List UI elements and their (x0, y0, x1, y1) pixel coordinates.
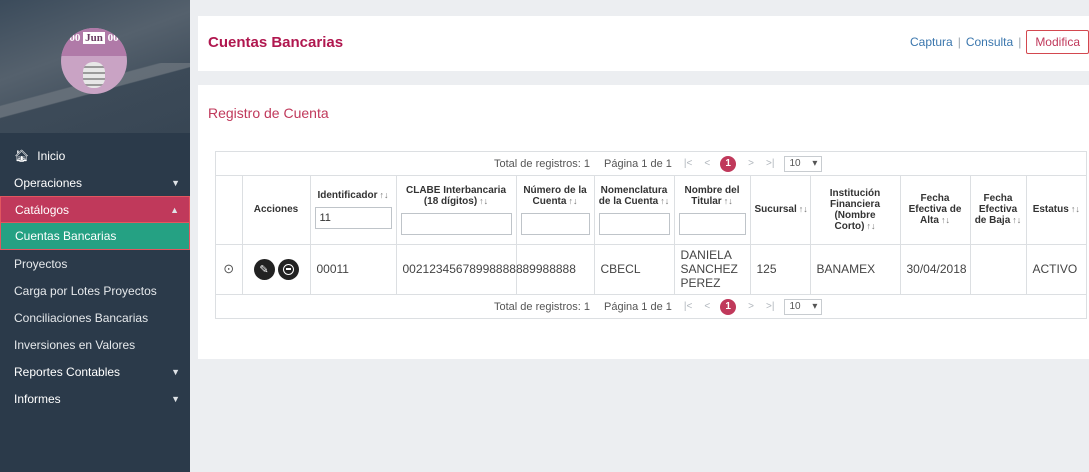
sort-icon[interactable]: ↑↓ (867, 221, 876, 231)
registro-panel: Registro de Cuenta Total de registros: 1… (198, 85, 1089, 359)
sidebar-banner: 00 Jun 00 (0, 0, 190, 133)
sidebar-item-operaciones[interactable]: Operaciones ▼ (0, 169, 190, 196)
chevron-up-icon: ▲ (170, 204, 179, 215)
cell-fecha-alta: 30/04/2018 (900, 244, 971, 294)
chevron-down-icon: ▼ (171, 393, 180, 404)
col-institucion[interactable]: Institución Financiera (Nombre Corto) ↑↓ (810, 176, 901, 245)
numero-filter-input[interactable] (520, 212, 590, 235)
nomenclatura-filter-input[interactable] (598, 212, 670, 235)
col-clabe[interactable]: CLABE Interbancaria (18 dígitos) ↑↓ (396, 176, 517, 245)
next-page-icon[interactable]: > (748, 158, 754, 169)
page-info: Página 1 de 1 (604, 300, 672, 313)
table-header-row: Acciones Identificador↑↓ CLABE Interbanc… (216, 176, 1086, 245)
sidebar-item-proyectos[interactable]: Proyectos (0, 250, 190, 277)
sidebar-item-catalogos[interactable]: Catálogos ▲ (0, 196, 190, 223)
pager-top: Total de registros: 1 Página 1 de 1 |< <… (216, 152, 1086, 176)
sidebar-item-carga-lotes[interactable]: Carga por Lotes Proyectos (0, 277, 190, 304)
home-icon: 🏠︎ (14, 148, 30, 163)
prev-page-icon[interactable]: < (704, 301, 710, 312)
next-page-icon[interactable]: > (748, 301, 754, 312)
page-1-button[interactable]: 1 (720, 298, 737, 315)
total-records: Total de registros: 1 (494, 157, 590, 170)
sort-icon[interactable]: ↑↓ (479, 196, 488, 206)
sort-icon[interactable]: ↑↓ (799, 204, 808, 214)
identificador-filter-input[interactable] (314, 207, 392, 230)
expand-icon[interactable]: ⊙ (216, 244, 243, 294)
chevron-down-icon: ▼ (171, 366, 180, 377)
minus-circle-icon[interactable] (277, 258, 299, 280)
sidebar-nav: 🏠︎ Inicio Operaciones ▼ Catálogos ▲ Cuen… (0, 142, 190, 412)
header-links: Captura | Consulta | Modifica (910, 30, 1089, 54)
avatar: 00 Jun 00 (61, 28, 127, 94)
cell-nomenclatura: CBECL (594, 244, 675, 294)
cell-clabe: 002123456789988888 (396, 244, 523, 294)
chevron-down-icon: ▼ (171, 177, 180, 188)
sort-icon[interactable]: ↑↓ (380, 190, 389, 200)
sort-icon[interactable]: ↑↓ (568, 196, 577, 206)
cell-institucion: BANAMEX (810, 244, 901, 294)
col-fecha-alta[interactable]: Fecha Efectiva de Alta ↑↓ (900, 176, 971, 245)
cell-sucursal: 125 (750, 244, 811, 294)
pencil-icon[interactable]: ✎ (253, 258, 275, 280)
modifica-link[interactable]: Modifica (1026, 30, 1089, 54)
last-page-icon[interactable]: >| (766, 158, 774, 169)
page-info: Página 1 de 1 (604, 157, 672, 170)
col-titular[interactable]: Nombre del Titular ↑↓ (674, 176, 751, 245)
panel-title: Registro de Cuenta (208, 105, 329, 121)
col-identificador[interactable]: Identificador ↑↓ (310, 176, 397, 245)
sidebar-item-informes[interactable]: Informes ▼ (0, 385, 190, 412)
col-fecha-baja[interactable]: Fecha Efectiva de Baja ↑↓ (970, 176, 1027, 245)
last-page-icon[interactable]: >| (766, 301, 774, 312)
page-header: Cuentas Bancarias Captura | Consulta | M… (198, 16, 1089, 71)
sidebar-item-conciliaciones[interactable]: Conciliaciones Bancarias (0, 304, 190, 331)
coins-icon (83, 62, 105, 88)
consulta-link[interactable]: Consulta (966, 35, 1013, 49)
cell-identificador: 00011 (310, 244, 397, 294)
sidebar-item-inicio[interactable]: 🏠︎ Inicio (0, 142, 190, 169)
avatar-calendar-label: 00 Jun 00 (69, 32, 119, 44)
sort-icon[interactable]: ↑↓ (724, 196, 733, 206)
sidebar-item-cuentas-bancarias[interactable]: Cuentas Bancarias (0, 223, 190, 250)
first-page-icon[interactable]: |< (684, 301, 692, 312)
page-size-select[interactable]: 10 ▾ (784, 155, 823, 172)
sidebar-item-reportes[interactable]: Reportes Contables ▼ (0, 358, 190, 385)
sidebar: 00 Jun 00 🏠︎ Inicio Operaciones ▼ Catálo… (0, 0, 190, 472)
cell-numero: 89988888 (516, 244, 595, 294)
first-page-icon[interactable]: |< (684, 158, 692, 169)
total-records: Total de registros: 1 (494, 300, 590, 313)
sort-icon[interactable]: ↑↓ (1012, 215, 1021, 225)
pager-bottom: Total de registros: 1 Página 1 de 1 |< <… (216, 294, 1086, 318)
sort-icon[interactable]: ↑↓ (941, 215, 950, 225)
accounts-table: Acciones Identificador↑↓ CLABE Interbanc… (216, 176, 1086, 294)
col-sucursal[interactable]: Sucursal ↑↓ (750, 176, 811, 245)
caret-down-icon: ▾ (812, 158, 818, 169)
sidebar-item-inversiones[interactable]: Inversiones en Valores (0, 331, 190, 358)
cell-estatus: ACTIVO (1032, 262, 1078, 277)
table-row: ⊙ ✎ 00011 002123456789988888 89988888 CB… (216, 244, 1086, 294)
page-1-button[interactable]: 1 (720, 155, 737, 172)
titular-filter-input[interactable] (678, 212, 746, 235)
cell-titular: DANIELA SANCHEZ PEREZ (674, 244, 751, 294)
col-nomenclatura[interactable]: Nomenclatura de la Cuenta ↑↓ (594, 176, 675, 245)
col-acciones: Acciones (242, 176, 311, 245)
accounts-grid: Total de registros: 1 Página 1 de 1 |< <… (215, 151, 1087, 319)
page-title: Cuentas Bancarias (208, 34, 344, 51)
cell-fecha-baja (970, 244, 1027, 294)
captura-link[interactable]: Captura (910, 35, 953, 49)
clabe-filter-input[interactable] (400, 212, 512, 235)
col-estatus[interactable]: Estatus ↑↓ (1026, 176, 1086, 245)
caret-down-icon: ▾ (812, 301, 818, 312)
page-size-select[interactable]: 10 ▾ (784, 298, 823, 315)
col-numero[interactable]: Número de la Cuenta ↑↓ (516, 176, 595, 245)
prev-page-icon[interactable]: < (704, 158, 710, 169)
sort-icon[interactable]: ↑↓ (660, 196, 669, 206)
sort-icon[interactable]: ↑↓ (1071, 204, 1080, 214)
